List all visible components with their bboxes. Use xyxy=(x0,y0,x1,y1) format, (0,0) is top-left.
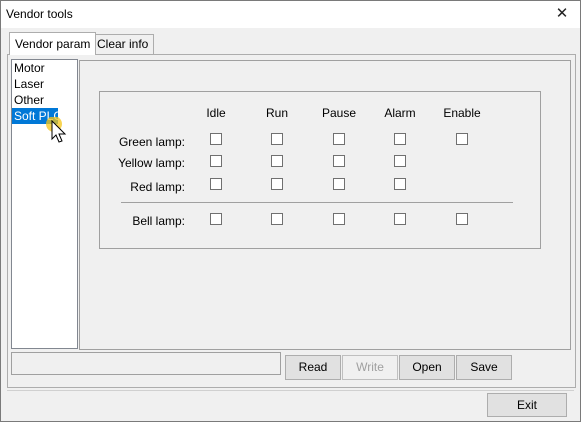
column-header-pause: Pause xyxy=(321,106,357,120)
bell-enable-checkbox[interactable] xyxy=(456,213,468,225)
green-idle-checkbox[interactable] xyxy=(210,133,222,145)
group-divider xyxy=(121,202,513,203)
row-label-bell-lamp: Bell lamp: xyxy=(132,214,185,228)
yellow-idle-checkbox[interactable] xyxy=(210,155,222,167)
yellow-run-checkbox[interactable] xyxy=(271,155,283,167)
bell-idle-checkbox[interactable] xyxy=(210,213,222,225)
exit-button[interactable]: Exit xyxy=(487,393,567,417)
save-button[interactable]: Save xyxy=(456,355,512,380)
list-item-other[interactable]: Other xyxy=(12,92,77,108)
tab-vendor-param[interactable]: Vendor param xyxy=(9,32,97,55)
yellow-pause-checkbox[interactable] xyxy=(333,155,345,167)
read-button[interactable]: Read xyxy=(285,355,341,380)
red-alarm-checkbox[interactable] xyxy=(394,178,406,190)
row-label-green-lamp: Green lamp: xyxy=(118,135,185,149)
bell-pause-checkbox[interactable] xyxy=(333,213,345,225)
mouse-cursor-icon xyxy=(46,117,67,143)
green-enable-checkbox[interactable] xyxy=(456,133,468,145)
open-button[interactable]: Open xyxy=(399,355,455,380)
status-field xyxy=(11,352,281,375)
red-pause-checkbox[interactable] xyxy=(333,178,345,190)
category-list[interactable]: Motor Laser Other Soft PLC xyxy=(11,59,78,349)
write-button[interactable]: Write xyxy=(342,355,398,380)
soft-plc-settings: Idle Run Pause Alarm Enable Green lamp: … xyxy=(79,60,571,350)
close-icon[interactable]: ✕ xyxy=(552,5,572,23)
list-item-laser[interactable]: Laser xyxy=(12,76,77,92)
green-pause-checkbox[interactable] xyxy=(333,133,345,145)
tab-clear-info[interactable]: Clear info xyxy=(91,34,155,54)
list-item-motor[interactable]: Motor xyxy=(12,60,77,76)
green-alarm-checkbox[interactable] xyxy=(394,133,406,145)
vendor-param-panel: Motor Laser Other Soft PLC Idle Run Paus… xyxy=(7,54,576,388)
bell-alarm-checkbox[interactable] xyxy=(394,213,406,225)
column-header-enable: Enable xyxy=(443,106,481,120)
yellow-alarm-checkbox[interactable] xyxy=(394,155,406,167)
bell-run-checkbox[interactable] xyxy=(271,213,283,225)
vendor-tools-window: Vendor tools ✕ Vendor param Clear info M… xyxy=(0,0,581,422)
lamp-settings-group: Idle Run Pause Alarm Enable Green lamp: … xyxy=(99,91,541,249)
red-idle-checkbox[interactable] xyxy=(210,178,222,190)
footer-divider xyxy=(7,390,574,391)
green-run-checkbox[interactable] xyxy=(271,133,283,145)
red-run-checkbox[interactable] xyxy=(271,178,283,190)
column-header-idle: Idle xyxy=(206,106,226,120)
window-title: Vendor tools xyxy=(6,7,73,21)
title-bar: Vendor tools ✕ xyxy=(1,1,580,28)
row-label-yellow-lamp: Yellow lamp: xyxy=(118,156,185,170)
column-header-run: Run xyxy=(265,106,288,120)
column-header-alarm: Alarm xyxy=(384,106,416,120)
row-label-red-lamp: Red lamp: xyxy=(130,180,185,194)
